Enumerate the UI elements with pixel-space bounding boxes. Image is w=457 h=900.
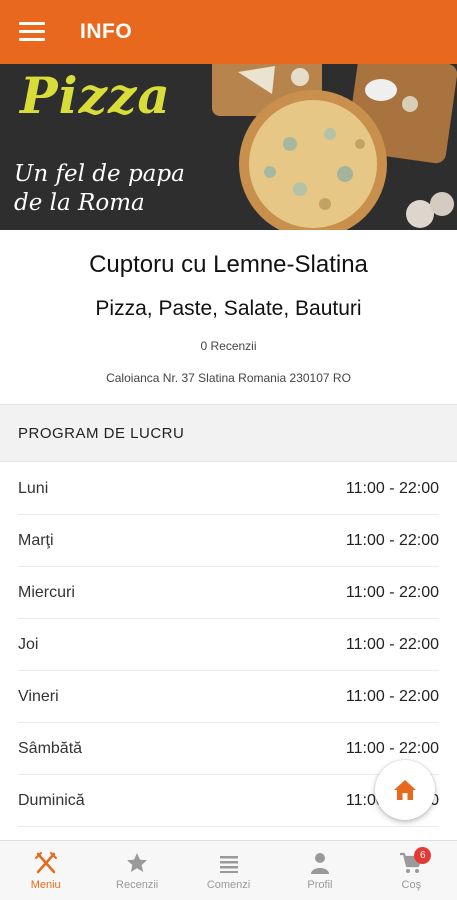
nav-label: Comenzi	[206, 879, 251, 891]
restaurant-name: Cuptoru cu Lemne-Slatina	[89, 251, 368, 278]
nav-item-recenzii[interactable]: Recenzii	[91, 841, 182, 900]
bottom-navigation: Meniu Recenzii Comenzi Profil 6 Coş	[0, 840, 457, 900]
fork-knife-icon	[33, 850, 59, 876]
day-label: Joi	[18, 635, 39, 653]
day-label: Marţi	[18, 531, 54, 549]
hours-label: 11:00 - 22:00	[345, 635, 439, 653]
schedule-header: PROGRAM DE LUCRU	[0, 404, 457, 462]
restaurant-categories: Pizza, Paste, Salate, Bauturi	[95, 297, 362, 320]
reviews-count[interactable]: 0 Recenzii	[0, 339, 457, 353]
day-label: Duminică	[18, 791, 85, 809]
schedule-row: Marţi 11:00 - 22:00	[18, 515, 439, 567]
nav-label: Coş	[401, 879, 422, 891]
schedule-row: Luni 11:00 - 22:00	[18, 463, 439, 515]
day-label: Sâmbătă	[18, 739, 83, 757]
home-button[interactable]	[375, 760, 435, 820]
cart-badge: 6	[414, 847, 432, 864]
nav-item-meniu[interactable]: Meniu	[0, 841, 91, 900]
nav-item-cos[interactable]: 6 Coş	[366, 841, 457, 900]
hours-label: 11:00 - 22:00	[345, 479, 439, 497]
hours-label: 11:00 - 22:00	[345, 583, 439, 601]
schedule-row: Joi 11:00 - 22:00	[18, 619, 439, 671]
schedule-row: Sâmbătă 11:00 - 22:00	[18, 723, 439, 775]
hours-label: 11:00 - 22:00	[345, 687, 439, 705]
nav-label: Profil	[307, 879, 333, 891]
page-title: INFO	[80, 20, 133, 43]
person-icon	[307, 850, 333, 876]
hours-label: 11:00 - 22:00	[345, 531, 439, 549]
banner-subtitle: Un fel de papa de la Roma	[14, 161, 185, 216]
nav-item-profil[interactable]: Profil	[274, 841, 365, 900]
restaurant-info: Cuptoru cu Lemne-Slatina Pizza, Paste, S…	[0, 230, 457, 385]
restaurant-address: Caloianca Nr. 37 Slatina Romania 230107 …	[106, 371, 351, 385]
day-label: Vineri	[18, 687, 59, 705]
hamburger-icon	[19, 22, 45, 42]
banner-image: Pizza Un fel de papa de la Roma	[0, 64, 457, 230]
hours-label: 11:00 - 22:00	[345, 739, 439, 757]
list-icon	[216, 850, 242, 876]
day-label: Luni	[18, 479, 49, 497]
nav-item-comenzi[interactable]: Comenzi	[183, 841, 274, 900]
star-icon	[124, 850, 150, 876]
day-label: Miercuri	[18, 583, 75, 601]
banner-title: Pizza	[20, 66, 171, 125]
schedule-row: Vineri 11:00 - 22:00	[18, 671, 439, 723]
home-icon	[394, 780, 416, 800]
schedule-row: Miercuri 11:00 - 22:00	[18, 567, 439, 619]
app-bar: INFO	[0, 0, 457, 64]
nav-label: Meniu	[30, 879, 61, 891]
nav-label: Recenzii	[116, 879, 159, 891]
menu-button[interactable]	[0, 0, 64, 64]
